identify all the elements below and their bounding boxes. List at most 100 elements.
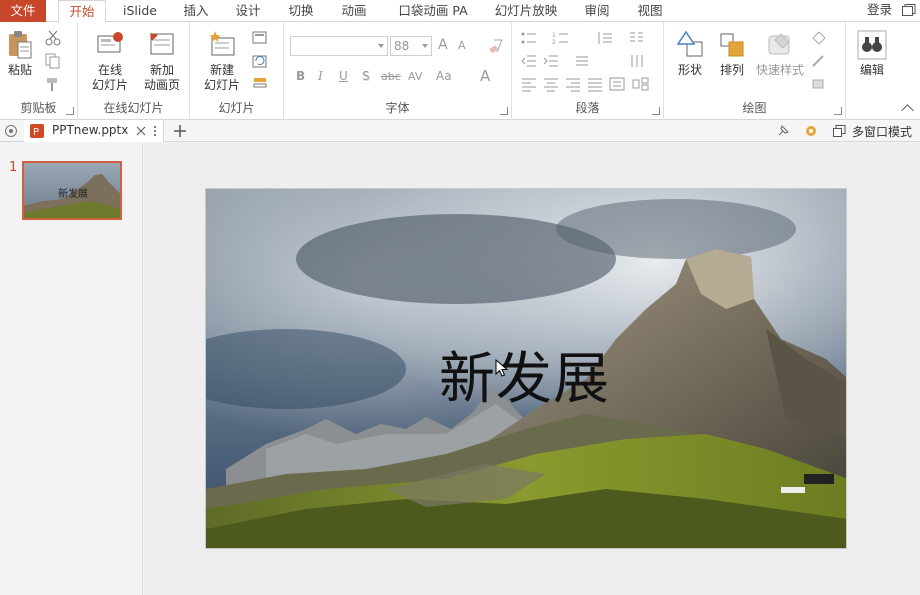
line-spacing-icon[interactable] — [596, 30, 614, 46]
new-animation-page-label-1: 新加 — [149, 63, 174, 77]
slide-canvas[interactable]: 新发展 — [205, 188, 847, 549]
tab-islide[interactable]: iSlide — [112, 0, 168, 22]
home-icon[interactable] — [4, 124, 18, 138]
collapse-ribbon-icon[interactable] — [901, 104, 914, 117]
reset-slide-icon[interactable] — [252, 53, 270, 69]
multi-window-icon — [833, 125, 846, 137]
shape-outline-icon[interactable] — [810, 53, 828, 69]
new-slide-icon — [209, 31, 235, 56]
document-tab[interactable]: P PPTnew.pptx — [24, 120, 164, 142]
online-slide-label-2: 幻灯片 — [91, 78, 128, 92]
paragraph-launcher-icon[interactable] — [652, 107, 660, 115]
settings-gear-icon[interactable] — [804, 124, 818, 138]
svg-text:P: P — [33, 127, 39, 138]
new-tab-plus-icon[interactable] — [173, 124, 187, 138]
text-shadow-button[interactable]: S — [362, 69, 370, 83]
pin-icon[interactable] — [776, 124, 790, 138]
new-slide-label-2: 幻灯片 — [203, 78, 240, 92]
tab-transitions[interactable]: 切换 — [279, 0, 323, 22]
align-center-icon[interactable] — [542, 76, 560, 92]
shape-fill-icon[interactable] — [810, 30, 828, 46]
more-options-icon[interactable] — [153, 125, 157, 137]
slide-title-text[interactable]: 新发展 — [439, 334, 610, 415]
tab-home[interactable]: 开始 — [58, 0, 106, 23]
numbering-icon[interactable]: 12 — [552, 30, 570, 46]
clipboard-launcher-icon[interactable] — [66, 107, 74, 115]
group-font: 88 A A B I U S abc AV Aa A 字体 — [284, 22, 512, 120]
new-animation-page-button[interactable]: 新加 动画页 — [136, 30, 188, 93]
thumbnail-number: 1 — [9, 160, 18, 175]
char-spacing-button[interactable]: AV — [408, 70, 422, 83]
group-clipboard: 粘贴 剪贴板 — [0, 22, 78, 120]
arrange-button[interactable]: 排列 — [714, 30, 750, 78]
edit-button[interactable]: 编辑 — [854, 30, 890, 78]
online-slide-label-1: 在线 — [97, 63, 122, 77]
italic-button[interactable]: I — [318, 69, 323, 83]
font-size-combo[interactable]: 88 — [390, 36, 432, 56]
new-slide-button[interactable]: 新建 幻灯片 — [196, 30, 248, 93]
quick-styles-icon — [768, 33, 790, 55]
align-left-icon[interactable] — [520, 76, 538, 92]
copy-icon[interactable] — [44, 53, 62, 69]
format-painter-icon[interactable] — [44, 76, 62, 92]
multi-window-mode-button[interactable]: 多窗口模式 — [852, 123, 912, 140]
group-label-paragraph: 段落 — [575, 101, 600, 115]
tab-slideshow[interactable]: 幻灯片放映 — [488, 0, 564, 22]
tab-pocket-animation[interactable]: 口袋动画 PA — [392, 0, 474, 22]
font-color-button[interactable]: A — [480, 67, 490, 85]
justify-icon[interactable] — [586, 76, 604, 92]
restore-window-icon[interactable] — [902, 4, 916, 16]
ribbon: 粘贴 剪贴板 在线 幻灯片 新加 动画页 在线幻灯片 新建 幻灯片 幻灯片 88… — [0, 22, 920, 120]
login-link[interactable]: 登录 — [867, 0, 892, 20]
underline-button[interactable]: U — [339, 69, 348, 83]
paste-button[interactable]: 粘贴 — [4, 30, 36, 78]
slide-thumbnail[interactable]: 新发展 — [22, 161, 122, 220]
align-right-icon[interactable] — [564, 76, 582, 92]
tab-insert[interactable]: 插入 — [174, 0, 218, 22]
tab-review[interactable]: 审阅 — [577, 0, 617, 22]
slide-thumbnail-pane: 1 新发展 — [0, 143, 143, 595]
shapes-button[interactable]: 形状 — [672, 30, 708, 78]
grow-font-button[interactable]: A — [438, 37, 448, 53]
section-icon[interactable] — [252, 76, 270, 92]
quick-styles-label: 快速样式 — [755, 63, 804, 77]
group-label-slides: 幻灯片 — [218, 101, 255, 115]
tab-design[interactable]: 设计 — [226, 0, 270, 22]
decrease-indent-icon[interactable] — [520, 53, 538, 69]
paste-icon — [9, 31, 32, 59]
close-tab-icon[interactable] — [136, 126, 146, 136]
tab-animations[interactable]: 动画 — [332, 0, 376, 22]
bold-button[interactable]: B — [296, 69, 305, 83]
font-name-combo[interactable] — [290, 36, 388, 56]
online-slide-button[interactable]: 在线 幻灯片 — [84, 30, 136, 93]
clear-format-icon[interactable] — [488, 38, 506, 54]
distributed-icon[interactable] — [608, 76, 626, 92]
increase-indent-icon[interactable] — [542, 53, 560, 69]
drawing-launcher-icon[interactable] — [834, 107, 842, 115]
tab-view[interactable]: 视图 — [630, 0, 670, 22]
svg-text:2: 2 — [552, 39, 556, 46]
edit-label: 编辑 — [859, 63, 884, 77]
strikethrough-button[interactable]: abc — [381, 70, 401, 83]
arrange-label: 排列 — [719, 63, 744, 77]
cut-icon[interactable] — [44, 30, 62, 46]
list-level-icon[interactable] — [574, 53, 592, 69]
arrange-icon — [720, 33, 744, 57]
text-direction-icon[interactable] — [628, 53, 646, 69]
layout-icon[interactable] — [252, 30, 270, 46]
bullets-icon[interactable] — [520, 30, 538, 46]
menu-bar: 文件 开始 iSlide 插入 设计 切换 动画 口袋动画 PA 幻灯片放映 审… — [0, 0, 920, 23]
group-drawing: 形状 排列 快速样式 绘图 — [664, 22, 846, 120]
shape-effects-icon[interactable] — [810, 76, 828, 92]
columns-icon[interactable] — [628, 30, 646, 46]
shapes-label: 形状 — [677, 63, 702, 77]
tab-file[interactable]: 文件 — [0, 0, 46, 22]
new-animation-page-icon — [150, 33, 174, 55]
shrink-font-button[interactable]: A — [458, 39, 466, 52]
quick-styles-button[interactable]: 快速样式 — [754, 30, 806, 78]
smartart-icon[interactable] — [632, 76, 650, 92]
font-launcher-icon[interactable] — [500, 107, 508, 115]
group-online-slides: 在线 幻灯片 新加 动画页 在线幻灯片 — [78, 22, 190, 120]
svg-text:1: 1 — [552, 32, 556, 39]
change-case-button[interactable]: Aa — [436, 69, 452, 83]
